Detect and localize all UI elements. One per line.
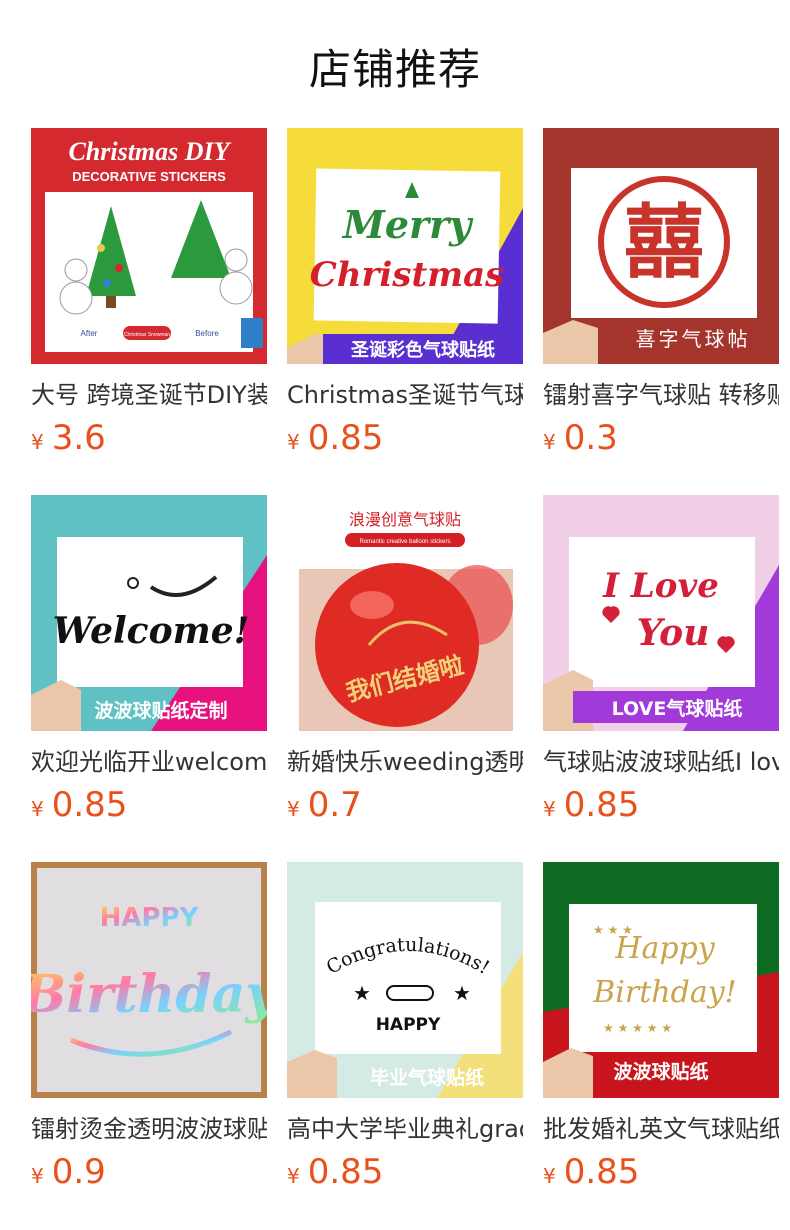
price-value: 0.85 (563, 1152, 640, 1192)
svg-text:★ ★ ★ ★ ★: ★ ★ ★ ★ ★ (603, 1021, 672, 1035)
currency-symbol: ¥ (287, 1164, 300, 1188)
product-price: ¥3.6 (31, 418, 267, 458)
product-price: ¥0.85 (543, 1152, 779, 1192)
product-name[interactable]: 镭射烫金透明波波球贴纸 (31, 1112, 267, 1146)
product-price: ¥0.85 (31, 785, 267, 825)
currency-symbol: ¥ (31, 430, 44, 454)
svg-text:波波球贴纸定制: 波波球贴纸定制 (94, 699, 227, 722)
svg-text:DECORATIVE STICKERS: DECORATIVE STICKERS (72, 169, 226, 184)
product-image[interactable]: Happy Birthday! ★ ★ ★ ★ ★ ★ ★ ★ 波波球贴纸 (543, 862, 779, 1098)
price-value: 0.9 (51, 1152, 106, 1192)
svg-text:Welcome!: Welcome! (53, 610, 250, 652)
price-value: 0.85 (51, 785, 128, 825)
product-card[interactable]: I Love You LOVE气球贴纸 气球贴波波球贴纸I love you ¥… (543, 495, 779, 862)
product-price: ¥0.7 (287, 785, 523, 825)
product-card[interactable]: Happy Birthday! ★ ★ ★ ★ ★ ★ ★ ★ 波波球贴纸 批发… (543, 862, 779, 1229)
product-image[interactable]: Merry Christmas 圣诞彩色气球贴纸 (287, 128, 523, 364)
svg-text:波波球贴纸: 波波球贴纸 (613, 1060, 708, 1083)
svg-text:圣诞彩色气球贴纸: 圣诞彩色气球贴纸 (350, 339, 495, 361)
product-name[interactable]: 高中大学毕业典礼graduation (287, 1112, 523, 1146)
product-grid: Christmas DIY DECORATIVE STICKERS After … (31, 128, 781, 1229)
currency-symbol: ¥ (287, 797, 300, 821)
product-card[interactable]: Merry Christmas 圣诞彩色气球贴纸 Christmas圣诞节气球贴… (287, 128, 523, 495)
currency-symbol: ¥ (543, 430, 556, 454)
product-name[interactable]: 气球贴波波球贴纸I love you (543, 745, 779, 779)
product-name[interactable]: 镭射喜字气球贴 转移贴 (543, 378, 779, 412)
svg-text:Birthday: Birthday (31, 964, 267, 1025)
svg-text:HAPPY: HAPPY (100, 903, 200, 933)
price-value: 0.7 (307, 785, 362, 825)
svg-text:Birthday!: Birthday! (592, 975, 736, 1010)
product-name[interactable]: 批发婚礼英文气球贴纸 (543, 1112, 779, 1146)
product-card[interactable]: Congratulations! ★ ★ HAPPY 毕业气球贴纸 高中大学毕业… (287, 862, 523, 1229)
product-card[interactable]: Christmas DIY DECORATIVE STICKERS After … (31, 128, 267, 495)
product-image[interactable]: Christmas DIY DECORATIVE STICKERS After … (31, 128, 267, 364)
product-name[interactable]: Christmas圣诞节气球贴纸 (287, 378, 523, 412)
product-price: ¥0.85 (543, 785, 779, 825)
price-value: 0.85 (307, 418, 384, 458)
svg-text:Merry: Merry (341, 202, 474, 247)
svg-text:浪漫创意气球贴: 浪漫创意气球贴 (349, 510, 461, 529)
product-card[interactable]: 浪漫创意气球贴 Romantic creative balloon sticke… (287, 495, 523, 862)
product-card[interactable]: Welcome! 波波球贴纸定制 欢迎光临开业welcome气球贴 ¥0.85 (31, 495, 267, 862)
product-name[interactable]: 欢迎光临开业welcome气球贴 (31, 745, 267, 779)
svg-text:I Love: I Love (602, 566, 719, 606)
currency-symbol: ¥ (31, 797, 44, 821)
product-image[interactable]: HAPPY Birthday (31, 862, 267, 1098)
section-title: 店铺推荐 (308, 45, 481, 94)
svg-text:LOVE气球贴纸: LOVE气球贴纸 (612, 697, 743, 720)
svg-text:Christmas DIY: Christmas DIY (68, 137, 231, 166)
product-image[interactable]: Welcome! 波波球贴纸定制 (31, 495, 267, 731)
product-price: ¥0.3 (543, 418, 779, 458)
product-price: ¥0.85 (287, 418, 523, 458)
svg-text:After: After (81, 329, 98, 338)
svg-text:HAPPY: HAPPY (376, 1015, 441, 1035)
product-image[interactable]: Congratulations! ★ ★ HAPPY 毕业气球贴纸 (287, 862, 523, 1098)
product-price: ¥0.9 (31, 1152, 267, 1192)
currency-symbol: ¥ (287, 430, 300, 454)
price-value: 3.6 (51, 418, 106, 458)
svg-text:★: ★ (353, 981, 371, 1005)
price-value: 0.85 (307, 1152, 384, 1192)
price-value: 0.3 (563, 418, 618, 458)
currency-symbol: ¥ (543, 797, 556, 821)
svg-text:喜字气球帖: 喜字气球帖 (636, 327, 751, 351)
currency-symbol: ¥ (31, 1164, 44, 1188)
svg-text:毕业气球贴纸: 毕业气球贴纸 (370, 1066, 484, 1089)
svg-text:囍: 囍 (624, 196, 704, 289)
product-image[interactable]: I Love You LOVE气球贴纸 (543, 495, 779, 731)
price-value: 0.85 (563, 785, 640, 825)
product-name[interactable]: 新婚快乐weeding透明气球贴 (287, 745, 523, 779)
product-price: ¥0.85 (287, 1152, 523, 1192)
product-card[interactable]: 囍 喜字气球帖 镭射喜字气球贴 转移贴 ¥0.3 (543, 128, 779, 495)
svg-text:You: You (637, 612, 710, 654)
svg-text:Christmas Snowman: Christmas Snowman (124, 332, 170, 338)
page: 店铺推荐 Christmas DIY DECORATIVE STICKERS A… (0, 0, 790, 1230)
svg-text:★: ★ (453, 981, 471, 1005)
product-image[interactable]: 囍 喜字气球帖 (543, 128, 779, 364)
product-name[interactable]: 大号 跨境圣诞节DIY装饰贴纸 (31, 378, 267, 412)
product-image[interactable]: 浪漫创意气球贴 Romantic creative balloon sticke… (287, 495, 523, 731)
product-card[interactable]: HAPPY Birthday 镭射烫金透明波波球贴纸 ¥0.9 (31, 862, 267, 1229)
svg-text:Christmas: Christmas (310, 255, 505, 295)
svg-text:Romantic creative balloon stic: Romantic creative balloon stickers (359, 539, 450, 545)
svg-text:Before: Before (195, 329, 219, 338)
svg-text:★ ★ ★: ★ ★ ★ (593, 923, 633, 937)
currency-symbol: ¥ (543, 1164, 556, 1188)
